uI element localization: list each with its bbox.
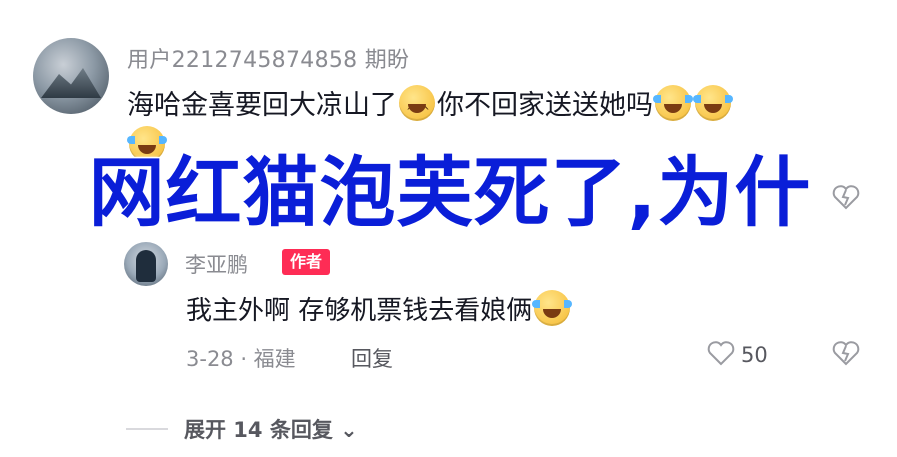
heart-icon[interactable] <box>707 340 735 373</box>
author-username[interactable]: 李亚鹏 <box>185 249 248 279</box>
comment-text-part1: 海哈金喜要回大凉山了 <box>127 90 397 121</box>
laughing-tears-emoji-icon <box>653 85 693 121</box>
reply-text-content: 我主外啊 存够机票钱去看娘俩 <box>186 296 533 326</box>
author-avatar[interactable] <box>124 242 168 286</box>
comment-text-part2: 你不回家送送她吗 <box>437 90 653 121</box>
reply-button[interactable]: 回复 <box>351 343 393 373</box>
comment-text: 海哈金喜要回大凉山了 你不回家送送她吗 <box>127 84 857 133</box>
expand-replies-button[interactable]: 展开 14 条回复 ⌄ <box>184 414 358 444</box>
author-badge: 作者 <box>282 249 331 275</box>
laughing-tears-emoji-icon <box>693 85 733 121</box>
chevron-down-icon: ⌄ <box>340 418 358 442</box>
reply-text: 我主外啊 存够机票钱去看娘俩 <box>186 290 573 327</box>
commenter-username[interactable]: 用户2212745874858 期盼 <box>127 42 409 74</box>
overlay-headline: 网红猫泡芙死了,为什 <box>87 148 812 237</box>
divider <box>126 428 168 430</box>
avatar-image <box>41 68 101 98</box>
like-count: 50 <box>741 343 768 367</box>
laughing-tears-emoji-icon <box>532 290 573 326</box>
avatar-image <box>136 250 156 282</box>
dislike-heart-icon[interactable] <box>832 340 860 373</box>
grin-emoji-icon <box>399 85 435 133</box>
expand-replies-label: 展开 14 条回复 <box>184 418 333 442</box>
commenter-avatar[interactable] <box>33 38 109 114</box>
reply-date-location: 3-28 · 福建 <box>186 347 296 371</box>
